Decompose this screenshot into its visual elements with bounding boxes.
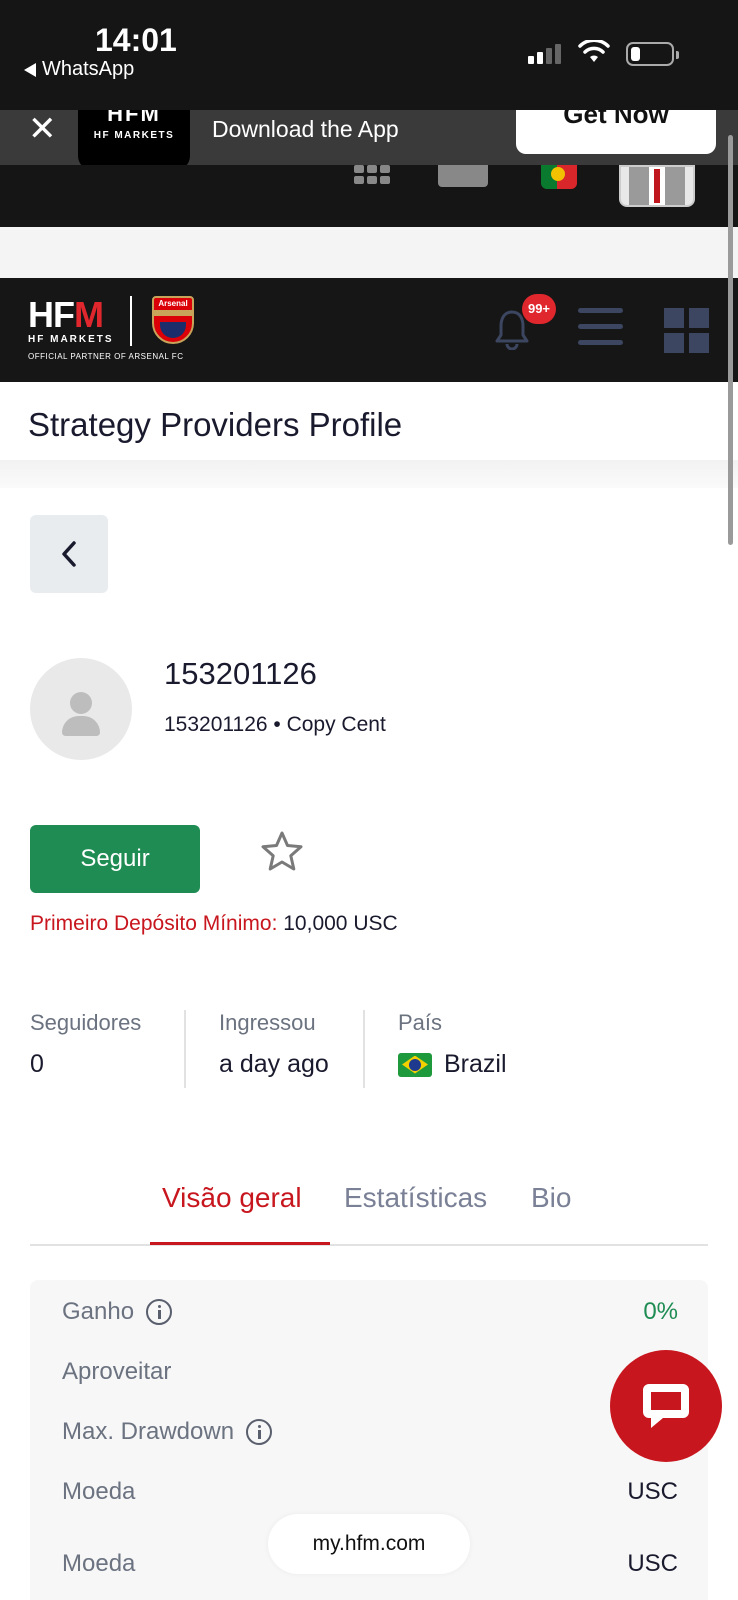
min-deposit: Primeiro Depósito Mínimo: 10,000 USC <box>30 912 398 936</box>
language-flag-icon[interactable] <box>541 165 577 189</box>
app-logo: HFM HF MARKETS <box>78 110 190 170</box>
profile-subtitle: 153201126 • Copy Cent <box>164 713 386 736</box>
stat-separator <box>184 1010 186 1088</box>
status-bar: 14:01 WhatsApp <box>0 0 738 110</box>
spacer <box>0 227 738 278</box>
overview-row: Moeda USC <box>62 1478 678 1505</box>
min-deposit-value: 10,000 USC <box>283 912 398 935</box>
profile-stats: Seguidores 0 Ingressou a day ago País Br… <box>30 1010 710 1088</box>
back-app-label: WhatsApp <box>42 58 135 80</box>
brazil-flag-icon <box>398 1052 432 1077</box>
back-to-app-link[interactable]: WhatsApp <box>24 58 134 81</box>
stat-joined: Ingressou a day ago <box>219 1010 329 1078</box>
stat-country: País Brazil <box>398 1010 507 1078</box>
hfm-logo[interactable]: HFM HF MARKETS <box>28 297 114 346</box>
back-button[interactable] <box>30 515 108 593</box>
follow-button[interactable]: Seguir <box>30 825 200 893</box>
chat-bubble-icon <box>643 1384 689 1428</box>
tab-overview[interactable]: Visão geral <box>162 1182 302 1214</box>
info-icon[interactable] <box>246 1419 273 1445</box>
user-avatar[interactable] <box>619 165 695 207</box>
site-toolbar <box>0 165 738 227</box>
tab-bio[interactable]: Bio <box>531 1182 571 1214</box>
overview-row: Max. Drawdown 0 <box>62 1412 678 1452</box>
cellular-signal-icon <box>528 44 561 64</box>
wifi-icon <box>578 40 610 62</box>
tab-statistics[interactable]: Estatísticas <box>344 1182 487 1214</box>
menu-icon[interactable] <box>578 308 623 356</box>
logo-divider <box>130 296 132 346</box>
profile-name: 153201126 <box>164 656 317 691</box>
browser-url-bar[interactable]: my.hfm.com <box>268 1514 470 1574</box>
partner-text: OFFICIAL PARTNER OF ARSENAL FC <box>28 352 184 361</box>
chevron-left-icon <box>62 541 76 567</box>
star-icon[interactable] <box>260 830 304 874</box>
overview-row: Aproveitar 1 <box>62 1358 678 1385</box>
close-icon[interactable]: ✕ <box>28 112 57 146</box>
dashboard-grid-icon[interactable] <box>664 308 709 353</box>
person-icon <box>70 692 92 714</box>
profile-tabs: Visão geral Estatísticas Bio <box>30 1170 708 1246</box>
overview-row: Ganho 0% <box>62 1298 678 1325</box>
min-deposit-label: Primeiro Depósito Mínimo: <box>30 912 278 935</box>
back-arrow-icon <box>24 62 36 77</box>
chat-icon[interactable] <box>438 165 488 187</box>
divider <box>0 460 738 488</box>
apps-icon[interactable] <box>354 165 390 184</box>
arsenal-crest-icon: Arsenal <box>152 296 194 344</box>
scrollbar[interactable] <box>728 135 733 545</box>
banner-message: Download the App <box>212 116 399 142</box>
stat-separator <box>363 1010 365 1088</box>
status-time: 14:01 <box>95 22 177 58</box>
live-chat-button[interactable] <box>610 1350 722 1462</box>
active-tab-indicator <box>150 1242 330 1245</box>
info-icon[interactable] <box>146 1299 173 1325</box>
stat-followers: Seguidores 0 <box>30 1010 142 1078</box>
gain-value: 0% <box>643 1298 678 1325</box>
battery-icon <box>626 42 679 66</box>
site-header: HFM HF MARKETS Arsenal OFFICIAL PARTNER … <box>0 278 738 382</box>
page-title-bar: Strategy Providers Profile <box>0 392 738 460</box>
profile-avatar <box>30 658 132 760</box>
page-title: Strategy Providers Profile <box>28 406 403 443</box>
get-now-button[interactable]: Get Now <box>516 110 716 154</box>
notification-badge: 99+ <box>522 294 556 324</box>
